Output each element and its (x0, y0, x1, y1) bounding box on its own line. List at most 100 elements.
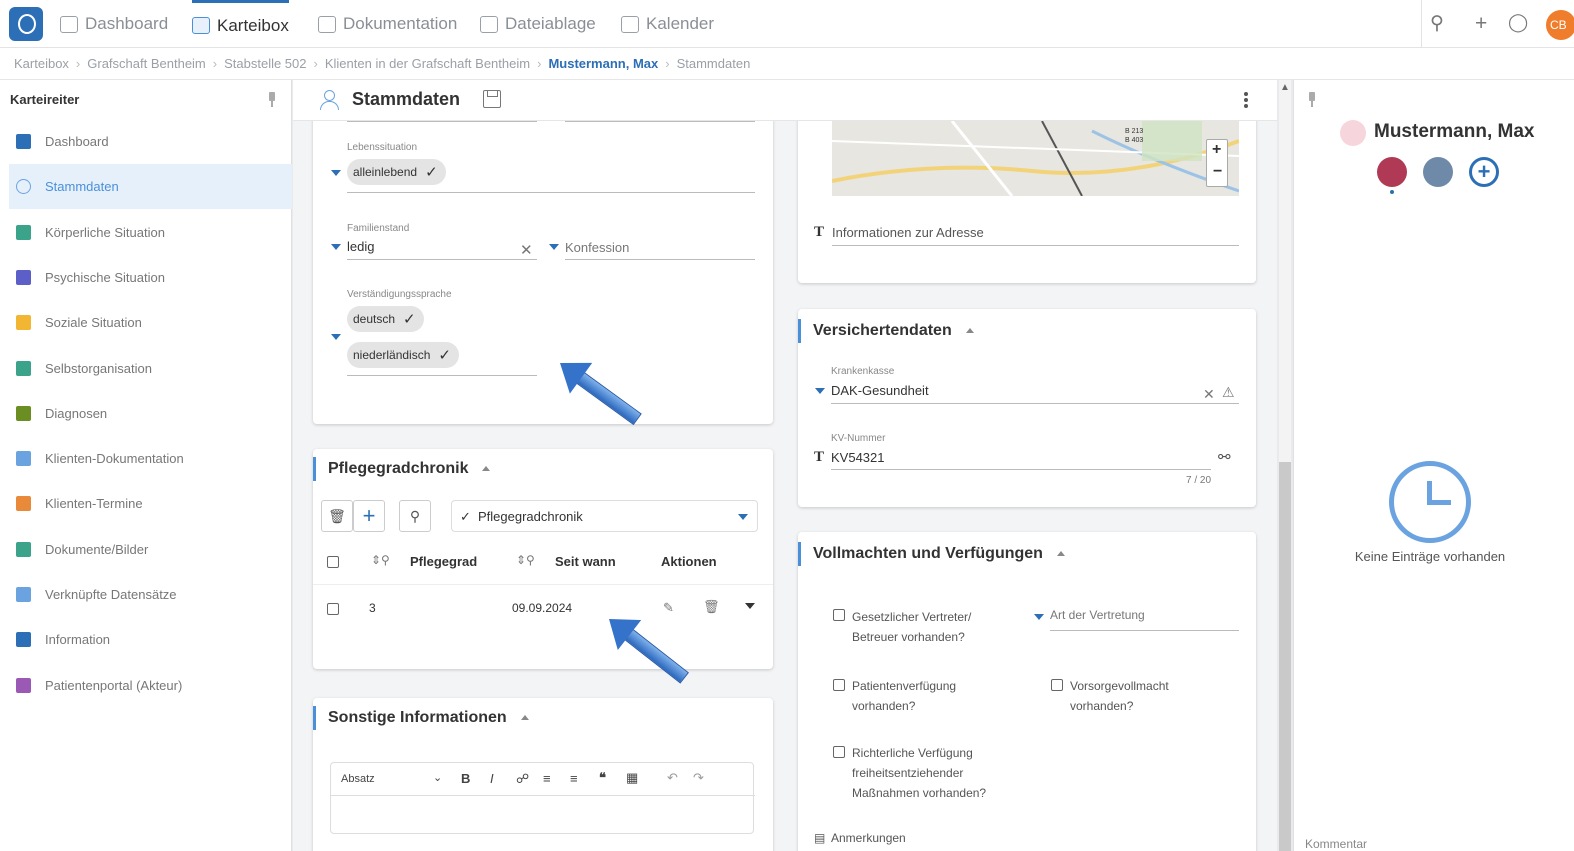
pin-icon[interactable] (1308, 92, 1316, 107)
krankenkasse-value[interactable]: DAK-Gesundheit (831, 383, 929, 398)
expand-row-icon[interactable] (745, 603, 755, 609)
chevron-down-icon[interactable] (549, 244, 559, 250)
right-panel: Mustermann, Max + Keine Einträge vorhand… (1293, 80, 1574, 851)
address-info-field[interactable]: Informationen zur Adresse (832, 225, 984, 240)
zoom-out-icon[interactable]: − (1213, 163, 1222, 181)
sidebar-item[interactable]: Klienten-Termine (9, 481, 292, 526)
address-map[interactable]: B 213 B 403 + − (832, 121, 1239, 196)
chevron-down-icon[interactable] (815, 388, 825, 394)
nav-tab-dokumentation[interactable]: Dokumentation (318, 0, 457, 48)
sidebar-item[interactable]: Psychische Situation (9, 255, 292, 300)
client-avatar-icon[interactable] (1377, 157, 1407, 187)
sort-icon[interactable]: ⇕⚲ (371, 553, 390, 567)
add-button[interactable]: + (353, 500, 385, 532)
quote-icon[interactable]: ❝ (599, 770, 606, 786)
sidebar-item[interactable]: Dashboard (9, 119, 292, 164)
app-logo[interactable] (9, 7, 43, 41)
view-select[interactable]: ✓ Pflegegradchronik (451, 500, 758, 532)
field-underline (831, 403, 1239, 404)
checkbox-gesetzlicher-vertreter[interactable] (833, 609, 845, 621)
collapse-icon[interactable] (520, 715, 529, 721)
field-underline (832, 245, 1239, 246)
scrollbar-thumb[interactable] (1279, 462, 1291, 851)
more-options-icon[interactable] (1244, 92, 1248, 108)
kv-nummer-value[interactable]: KV54321 (831, 450, 885, 465)
lebenssituation-label: Lebenssituation (347, 142, 418, 153)
sidebar-item[interactable]: Diagnosen (9, 391, 292, 436)
sidebar-item[interactable]: Information (9, 617, 292, 662)
column-header-pflegegrad[interactable]: Pflegegrad (410, 554, 477, 569)
save-icon[interactable] (483, 90, 501, 108)
trash-icon[interactable]: 🗑 (703, 599, 720, 615)
add-contact-icon[interactable]: + (1469, 157, 1499, 187)
lebenssituation-chip[interactable]: alleinlebend ✓ (347, 159, 446, 185)
table-icon[interactable]: ▦ (626, 770, 638, 786)
chevron-down-icon[interactable] (331, 334, 341, 340)
nav-tab-karteibox[interactable]: Karteibox (192, 0, 289, 48)
search-button[interactable]: ⚲ (399, 500, 431, 532)
nav-tab-kalender[interactable]: Kalender (621, 0, 714, 48)
delete-button[interactable]: 🗑 (321, 500, 353, 532)
nav-tab-dateiablage[interactable]: Dateiablage (480, 0, 596, 48)
undo-icon[interactable]: ↶ (667, 770, 678, 786)
italic-icon[interactable]: I (490, 771, 494, 786)
sprache-chip-deutsch[interactable]: deutsch ✓ (347, 306, 424, 332)
sprache-chip-niederlaendisch[interactable]: niederländisch ✓ (347, 342, 459, 368)
breadcrumb-item-current[interactable]: Mustermann, Max (548, 56, 658, 71)
familienstand-value[interactable]: ledig (347, 239, 374, 254)
chevron-down-icon[interactable] (331, 244, 341, 250)
select-all-checkbox[interactable] (327, 556, 339, 568)
checkbox-vorsorgevollmacht[interactable] (1051, 679, 1063, 691)
collapse-icon[interactable] (482, 466, 491, 472)
column-header-seit-wann[interactable]: Seit wann (555, 554, 616, 569)
breadcrumb-item[interactable]: Klienten in der Grafschaft Bentheim (325, 56, 530, 71)
clear-icon[interactable]: ✕ (1203, 386, 1215, 403)
link-icon[interactable]: ☍ (516, 771, 529, 787)
checkbox-richterliche-verfuegung[interactable] (833, 746, 845, 758)
sidebar-item[interactable]: Selbstorganisation (9, 346, 292, 391)
sidebar-item[interactable]: Dokumente/Bilder (9, 527, 292, 572)
empty-state-text: Keine Einträge vorhanden (1354, 549, 1506, 564)
search-icon[interactable]: ⚲ (1430, 12, 1444, 35)
anmerkungen-field[interactable]: Anmerkungen (831, 831, 906, 845)
konfession-select[interactable]: Konfession (565, 240, 629, 255)
sidebar-item[interactable]: Stammdaten (9, 164, 292, 210)
numbered-list-icon[interactable]: ≡ (570, 771, 578, 786)
sidebar-item[interactable]: Soziale Situation (9, 300, 292, 345)
nav-tab-dashboard[interactable]: Dashboard (60, 0, 168, 48)
zoom-in-icon[interactable]: + (1212, 141, 1221, 159)
edit-icon[interactable]: ✎ (663, 600, 674, 616)
clear-icon[interactable]: ✕ (520, 241, 533, 259)
paragraph-style-select[interactable]: Absatz (341, 773, 375, 785)
bullet-list-icon[interactable]: ≡ (543, 771, 551, 786)
rich-text-editor[interactable]: Absatz ⌄ B I ☍ ≡ ≡ ❝ ▦ ↶ ↷ (330, 762, 755, 834)
sidebar-item[interactable]: Verknüpfte Datensätze (9, 572, 292, 617)
chat-icon[interactable]: ◯ (1508, 12, 1528, 33)
breadcrumb-item[interactable]: Stabstelle 502 (224, 56, 306, 71)
sort-icon[interactable]: ⇕⚲ (516, 553, 535, 567)
sidebar-item[interactable]: Klienten-Dokumentation (9, 436, 292, 481)
redo-icon[interactable]: ↷ (693, 770, 704, 786)
sidebar-item[interactable]: Körperliche Situation (9, 210, 292, 255)
address-card: B 213 B 403 + − T Informationen zur Adre… (798, 121, 1256, 283)
sidebar-item[interactable]: Patientenportal (Akteur) (9, 663, 292, 708)
breadcrumb-item[interactable]: Grafschaft Bentheim (87, 56, 206, 71)
plus-icon[interactable]: + (1475, 12, 1487, 36)
chevron-down-icon[interactable] (331, 170, 341, 176)
row-checkbox[interactable] (327, 603, 339, 615)
collapse-icon[interactable] (965, 328, 974, 334)
user-avatar[interactable]: CB (1546, 10, 1574, 40)
bold-icon[interactable]: B (461, 771, 470, 786)
breadcrumb-item[interactable]: Karteibox (14, 56, 69, 71)
scroll-up-icon[interactable]: ▲ (1280, 82, 1290, 93)
comment-field[interactable]: Kommentar (1305, 837, 1367, 851)
globe-icon[interactable]: ⚯ (1218, 448, 1231, 466)
checkbox-patientenverfuegung[interactable] (833, 679, 845, 691)
sidebar-item-label: Dashboard (45, 134, 109, 149)
collapse-icon[interactable] (1056, 551, 1065, 557)
art-der-vertretung-select[interactable]: Art der Vertretung (1050, 608, 1145, 622)
chevron-down-icon[interactable]: ⌄ (433, 771, 442, 784)
pin-icon[interactable] (268, 92, 276, 107)
chevron-down-icon[interactable] (1034, 614, 1044, 620)
contact-avatar-icon[interactable] (1423, 157, 1453, 187)
